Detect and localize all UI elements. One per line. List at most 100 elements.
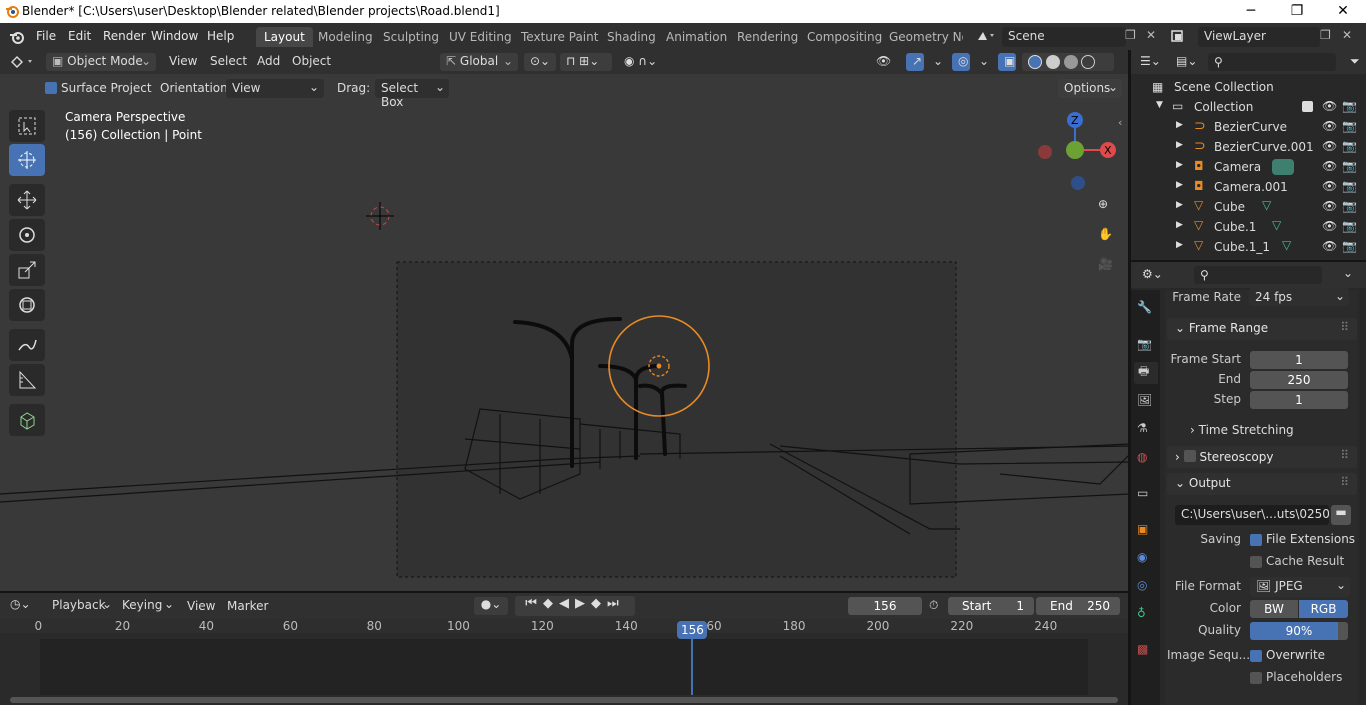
quality-slider[interactable]: 90% — [1250, 622, 1348, 640]
timeline-track-area[interactable] — [40, 639, 1088, 695]
timeline-editor-icon[interactable]: ◷⌄ — [10, 597, 31, 611]
eye-icon[interactable]: 👁 — [1322, 179, 1337, 193]
gizmo-y-axis[interactable] — [1066, 141, 1084, 159]
expand-arrow-icon[interactable]: ▶ — [1176, 240, 1183, 250]
tab-uv-editing[interactable]: UV Editing — [441, 27, 520, 47]
placeholders-checkbox[interactable] — [1250, 672, 1262, 684]
cursor-tool[interactable] — [9, 144, 45, 176]
eye-icon[interactable]: 👁 — [1322, 119, 1337, 133]
menu-window[interactable]: Window — [151, 29, 198, 43]
next-keyframe-icon[interactable]: ◆ — [591, 596, 607, 611]
scene-tab-icon[interactable]: ⚗ — [1137, 421, 1148, 435]
chevron-down-icon[interactable]: ⌄ — [927, 53, 949, 71]
texture-tab-icon[interactable]: ▩ — [1137, 642, 1148, 656]
minimize-button[interactable]: ─ — [1228, 0, 1274, 23]
tab-compositing[interactable]: Compositing — [799, 27, 890, 47]
proportional-editing[interactable]: ◉ ∩⌄ — [618, 53, 668, 71]
outliner-editor-icon[interactable]: ☰⌄ — [1140, 54, 1161, 68]
folder-icon[interactable]: ▬ — [1331, 505, 1351, 525]
pivot-point-select[interactable]: ⊙⌄ — [524, 53, 556, 71]
blender-menu-icon[interactable] — [9, 29, 25, 45]
timeline-view-menu[interactable]: View — [187, 599, 215, 613]
wireframe-shading-icon[interactable] — [1028, 54, 1042, 69]
outliner-item[interactable]: ▶ ▽ Cube.1 ▽ 👁 📷 — [1130, 217, 1366, 237]
tab-shading[interactable]: Shading — [599, 27, 664, 47]
drag-select[interactable]: Select Box ⌄ — [375, 79, 449, 109]
chevron-down-icon[interactable]: ⌄ — [1343, 266, 1353, 280]
transform-orientation-select[interactable]: ⇱ Global ⌄ — [440, 53, 518, 71]
filter-icon[interactable]: ⏷ — [1350, 54, 1360, 69]
surface-project-checkbox[interactable] — [45, 82, 57, 94]
outliner-search-input[interactable]: ⚲ — [1208, 53, 1336, 71]
time-stretching-subpanel[interactable]: › Time Stretching — [1190, 423, 1294, 437]
camera-render-icon[interactable]: 📷 — [1342, 179, 1357, 193]
eye-icon[interactable]: 👁 — [1322, 159, 1337, 173]
sidebar-toggle-icon[interactable]: ‹ — [1118, 116, 1122, 129]
frame-end-field[interactable]: 250 — [1250, 371, 1348, 389]
cache-result-checkbox[interactable] — [1250, 556, 1262, 568]
object-tab-icon[interactable]: ▣ — [1137, 522, 1148, 536]
drag-handle-icon[interactable]: ⠿ — [1340, 448, 1349, 462]
delete-scene-icon[interactable]: ✕ — [1146, 28, 1156, 42]
add-menu[interactable]: Add — [251, 53, 286, 71]
transform-tool[interactable] — [9, 289, 45, 321]
camera-render-icon[interactable]: 📷 — [1342, 139, 1357, 153]
horizontal-scrollbar[interactable] — [10, 697, 1118, 703]
zoom-icon[interactable]: ⊕ — [1093, 194, 1117, 218]
camera-render-icon[interactable]: 📷 — [1342, 99, 1357, 113]
tab-geometry-nodes[interactable]: Geometry Noc — [881, 27, 963, 47]
frame-step-field[interactable]: 1 — [1250, 391, 1348, 409]
snap-toggle[interactable]: ⊓ ⊞⌄ — [560, 53, 612, 71]
solid-shading-icon[interactable] — [1045, 54, 1060, 69]
outliner-item[interactable]: ▶ ▽ Cube.1_1 ▽ 👁 📷 — [1130, 237, 1366, 257]
camera-render-icon[interactable]: 📷 — [1342, 199, 1357, 213]
timeline-ruler[interactable]: 0 20 40 60 80 100 120 140 160 180 200 220 240 — [0, 619, 1130, 633]
3d-viewport[interactable]: Camera Perspective (156) Collection | Po… — [0, 74, 1130, 591]
tab-rendering[interactable]: Rendering — [729, 27, 806, 47]
exclude-checkbox[interactable] — [1302, 101, 1313, 112]
output-tab-icon[interactable]: 🖶 — [1134, 362, 1158, 384]
output-path-input[interactable]: C:\Users\user\...uts\0250.png — [1175, 505, 1329, 525]
jump-start-icon[interactable]: ⏮ — [525, 596, 543, 611]
drag-handle-icon[interactable]: ⠿ — [1340, 320, 1349, 334]
new-scene-icon[interactable]: ❐ — [1125, 28, 1136, 42]
navigation-gizmo[interactable]: Z X — [1030, 112, 1130, 202]
expand-arrow-icon[interactable]: ▶ — [1176, 220, 1183, 230]
chevron-down-icon[interactable]: ⌄ — [973, 53, 995, 71]
collection-tab-icon[interactable]: ▭ — [1137, 486, 1148, 500]
camera-render-icon[interactable]: 📷 — [1342, 159, 1357, 173]
start-frame-field[interactable]: Start 1 — [948, 597, 1034, 615]
color-bw-button[interactable]: BW — [1250, 600, 1298, 618]
tab-layout[interactable]: Layout — [256, 27, 313, 47]
delete-view-layer-icon[interactable]: ✕ — [1342, 28, 1352, 42]
eye-icon[interactable]: 👁 — [1322, 239, 1337, 253]
color-rgb-button[interactable]: RGB — [1299, 600, 1348, 618]
expand-arrow-icon[interactable]: ▼ — [1156, 100, 1163, 110]
outliner-scene-collection[interactable]: ▦ Scene Collection — [1130, 77, 1366, 97]
file-format-select[interactable]: 🖼 JPEG ⌄ — [1250, 577, 1350, 597]
mode-select[interactable]: ▣ Object Mode ⌄ — [46, 53, 156, 71]
move-tool[interactable] — [9, 184, 45, 216]
options-button[interactable]: Options ⌄ — [1058, 79, 1122, 98]
play-icon[interactable]: ▶ — [575, 596, 591, 611]
frame-rate-select[interactable]: 24 fps ⌄ — [1249, 288, 1349, 306]
expand-arrow-icon[interactable]: ▶ — [1176, 160, 1183, 170]
eye-icon[interactable]: 👁 — [1322, 139, 1337, 153]
camera-render-icon[interactable]: 📷 — [1342, 219, 1357, 233]
render-tab-icon[interactable]: 📷 — [1137, 337, 1152, 351]
menu-render[interactable]: Render — [103, 29, 146, 43]
gizmo-neg-x-axis[interactable] — [1038, 145, 1052, 159]
properties-editor-icon[interactable]: ⚙⌄ — [1142, 267, 1163, 281]
object-data-tab-icon[interactable]: ♁ — [1137, 606, 1146, 620]
menu-help[interactable]: Help — [207, 29, 234, 43]
modifiers-tab-icon[interactable]: ◉ — [1137, 550, 1147, 564]
prev-keyframe-icon[interactable]: ◆ — [543, 596, 559, 611]
world-tab-icon[interactable]: ◍ — [1137, 450, 1147, 464]
expand-arrow-icon[interactable]: ▶ — [1176, 120, 1183, 130]
new-view-layer-icon[interactable]: ❐ — [1320, 28, 1331, 42]
jump-end-icon[interactable]: ⏭ — [607, 596, 625, 611]
physics-tab-icon[interactable]: ◎ — [1137, 578, 1147, 592]
gizmo-toggle[interactable]: ↗ — [906, 53, 924, 71]
camera-render-icon[interactable]: 📷 — [1342, 239, 1357, 253]
measure-tool[interactable] — [9, 364, 45, 396]
